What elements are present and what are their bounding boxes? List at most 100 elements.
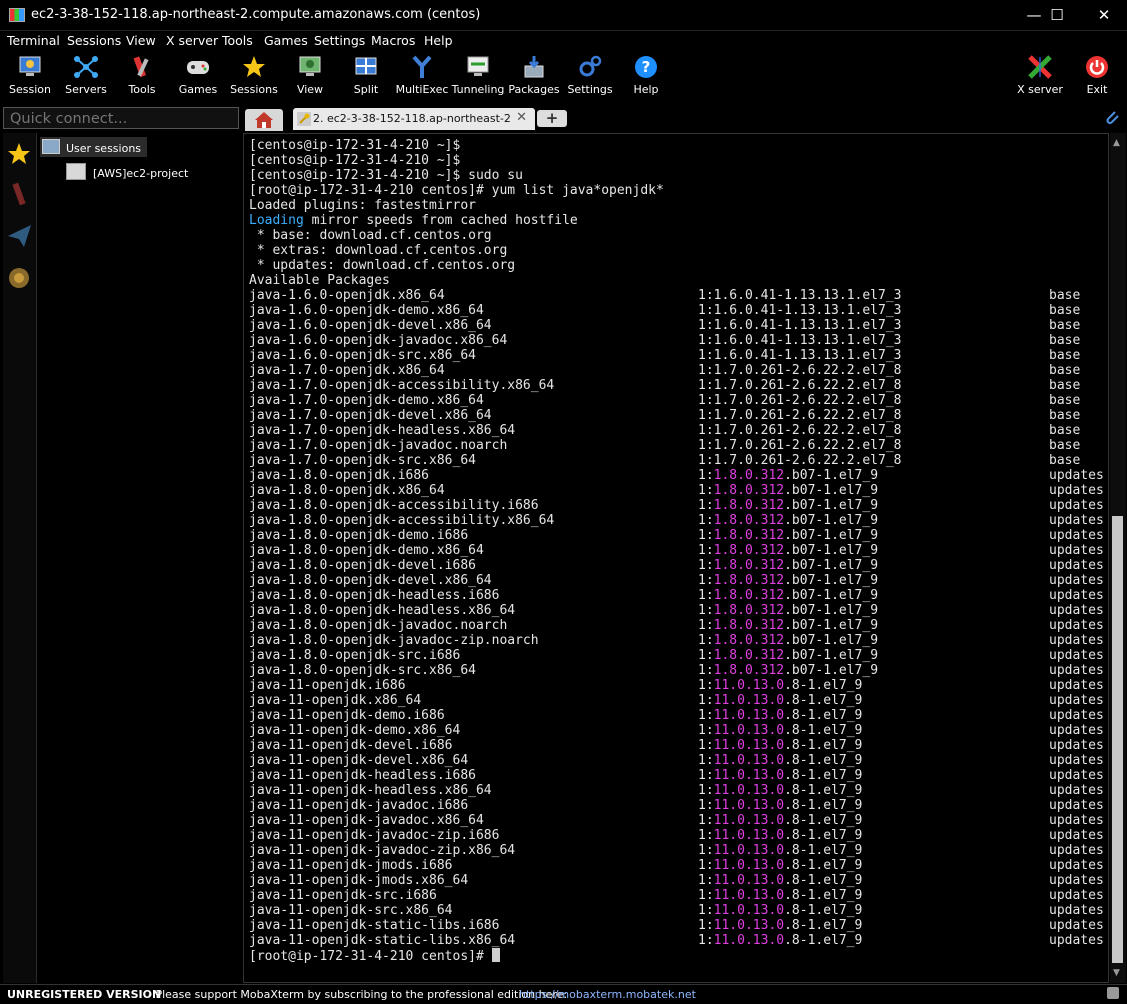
version-highlight: 1.8.0.312 (713, 543, 785, 558)
version-highlight: 1.8.0.312 (713, 558, 785, 573)
version-prefix: 1: (698, 573, 714, 588)
package-row: java-11-openjdk.i686 1:11.0.13.0.8-1.el7_… (249, 678, 1104, 693)
version-prefix: 1: (698, 768, 714, 783)
package-row: java-1.8.0-openjdk-src.i686 1:1.8.0.312.b… (249, 648, 1104, 663)
package-version: 1:1.8.0.312.b07-1.el7_9 (698, 483, 878, 498)
version-suffix: .b07-1.el7_9 (784, 648, 879, 663)
menu-help[interactable]: Help (424, 33, 453, 48)
version-prefix: 1: (698, 738, 714, 753)
version-suffix: .b07-1.el7_9 (784, 468, 879, 483)
package-name: java-11-openjdk-javadoc.i686 (249, 798, 469, 813)
terminal-line: Loading mirror speeds from cached hostfi… (249, 213, 1104, 228)
package-row: java-1.6.0-openjdk-devel.x86_64 1:1.6.0.4… (249, 318, 1104, 333)
exit-label: Exit (1086, 83, 1108, 96)
terminal-scrollbar[interactable]: ▲ ▼ (1110, 133, 1126, 983)
mobaxterm-link[interactable]: https://mobaxterm.mobatek.net (519, 988, 696, 1001)
tree-project-session[interactable]: [AWS]ec2-project (66, 162, 188, 182)
menu-view[interactable]: View (126, 33, 156, 48)
package-name: java-11-openjdk-headless.i686 (249, 768, 476, 783)
paperclip-icon[interactable] (1103, 109, 1121, 127)
version-suffix: .8-1.el7_9 (784, 933, 863, 948)
package-version: 1:11.0.13.0.8-1.el7_9 (698, 768, 862, 783)
menu-settings[interactable]: Settings (314, 33, 365, 48)
new-tab-button[interactable]: + (537, 110, 567, 127)
version-highlight: 11.0.13.0 (713, 873, 785, 888)
send-icon (8, 225, 31, 247)
sidebar-tab-sftp[interactable] (4, 217, 35, 255)
scroll-up-arrow[interactable]: ▲ (1113, 138, 1120, 148)
version-highlight: 1.8.0.312 (713, 648, 785, 663)
servers-icon (74, 56, 98, 78)
package-repo: base (1049, 438, 1081, 453)
package-version: 1:1.7.0.261-2.6.22.2.el7_8 (698, 393, 902, 408)
version-prefix: 1: (698, 843, 714, 858)
package-repo: updates (1049, 813, 1104, 828)
tab-home[interactable] (245, 109, 283, 131)
scroll-down-arrow[interactable]: ▼ (1113, 968, 1120, 978)
sidebar-tab-tools[interactable] (4, 175, 35, 213)
package-row: java-11-openjdk-demo.x86_64 1:11.0.13.0.8… (249, 723, 1104, 738)
version-suffix: .b07-1.el7_9 (784, 573, 879, 588)
package-name: java-11-openjdk-static-libs.x86_64 (249, 933, 516, 948)
version-suffix: .8-1.el7_9 (784, 843, 863, 858)
menu-xserver[interactable]: X server (166, 33, 218, 48)
prompt-text: [root@ip-172-31-4-210 centos]# (249, 949, 492, 964)
package-repo: updates (1049, 468, 1104, 483)
package-version: 1:11.0.13.0.8-1.el7_9 (698, 918, 862, 933)
quick-connect-input[interactable] (4, 110, 241, 128)
package-row: java-1.6.0-openjdk-javadoc.x86_64 1:1.6.0… (249, 333, 1104, 348)
version-suffix: .b07-1.el7_9 (784, 603, 879, 618)
menu-tools[interactable]: Tools (222, 33, 253, 48)
maximize-button[interactable]: ☐ (1034, 0, 1080, 30)
scroll-thumb[interactable] (1112, 516, 1123, 963)
close-button[interactable]: ✕ (1081, 0, 1127, 30)
package-version: 1:1.8.0.312.b07-1.el7_9 (698, 528, 878, 543)
menu-terminal[interactable]: Terminal (7, 33, 60, 48)
version-suffix: .b07-1.el7_9 (784, 663, 879, 678)
version-suffix: .8-1.el7_9 (784, 873, 863, 888)
menu-games[interactable]: Games (264, 33, 308, 48)
package-name: java-1.8.0-openjdk-src.x86_64 (249, 663, 476, 678)
package-row: java-11-openjdk-jmods.x86_64 1:11.0.13.0.… (249, 873, 1104, 888)
version-suffix: .b07-1.el7_9 (784, 633, 879, 648)
version-prefix: 1: (698, 798, 714, 813)
loading-word: Loading (249, 213, 304, 228)
package-repo: updates (1049, 483, 1104, 498)
tab-session[interactable]: 2. ec2-3-38-152-118.ap-northeast-2 ✕ (293, 108, 535, 130)
version-suffix: .8-1.el7_9 (784, 798, 863, 813)
version-prefix: 1: (698, 633, 714, 648)
package-row: java-11-openjdk-javadoc.x86_64 1:11.0.13.… (249, 813, 1104, 828)
package-version: 1:1.8.0.312.b07-1.el7_9 (698, 603, 878, 618)
package-row: java-1.7.0-openjdk-src.x86_64 1:1.7.0.261… (249, 453, 1104, 468)
version-highlight: 1.8.0.312 (713, 498, 785, 513)
package-version: 1:1.8.0.312.b07-1.el7_9 (698, 513, 878, 528)
xserver-icon (1028, 55, 1052, 79)
package-version: 1:1.6.0.41-1.13.13.1.el7_3 (698, 318, 902, 333)
exit-button[interactable]: Exit (1069, 51, 1125, 103)
help-button[interactable]: ? Help (618, 51, 674, 103)
menu-macros[interactable]: Macros (371, 33, 415, 48)
star-icon (8, 143, 30, 164)
version-prefix: 1: (698, 588, 714, 603)
tree-user-sessions[interactable]: User sessions (40, 137, 148, 157)
package-name: java-11-openjdk-javadoc.x86_64 (249, 813, 484, 828)
package-repo: base (1049, 423, 1081, 438)
version-suffix: .b07-1.el7_9 (784, 483, 879, 498)
package-row: java-1.8.0-openjdk-demo.i686 1:1.8.0.312.… (249, 528, 1104, 543)
package-row: java-11-openjdk-headless.i686 1:11.0.13.0… (249, 768, 1104, 783)
package-name: java-1.7.0-openjdk-src.x86_64 (249, 453, 476, 468)
sidebar-tab-macros[interactable] (4, 259, 35, 297)
sidebar-tab-sessions[interactable] (4, 135, 35, 173)
version-suffix: .8-1.el7_9 (784, 828, 863, 843)
version-highlight: 11.0.13.0 (713, 888, 785, 903)
tab-close-icon[interactable]: ✕ (516, 110, 527, 125)
version-suffix: .8-1.el7_9 (784, 903, 863, 918)
menu-sessions[interactable]: Sessions (67, 33, 121, 48)
version-highlight: 11.0.13.0 (713, 903, 785, 918)
package-repo: updates (1049, 618, 1104, 633)
package-name: java-11-openjdk-src.x86_64 (249, 903, 453, 918)
package-name: java-1.8.0-openjdk-src.i686 (249, 648, 461, 663)
terminal[interactable]: [centos@ip-172-31-4-210 ~]$ [centos@ip-17… (243, 133, 1109, 983)
package-row: java-1.7.0-openjdk-headless.x86_64 1:1.7.… (249, 423, 1104, 438)
version-highlight: 11.0.13.0 (713, 693, 785, 708)
